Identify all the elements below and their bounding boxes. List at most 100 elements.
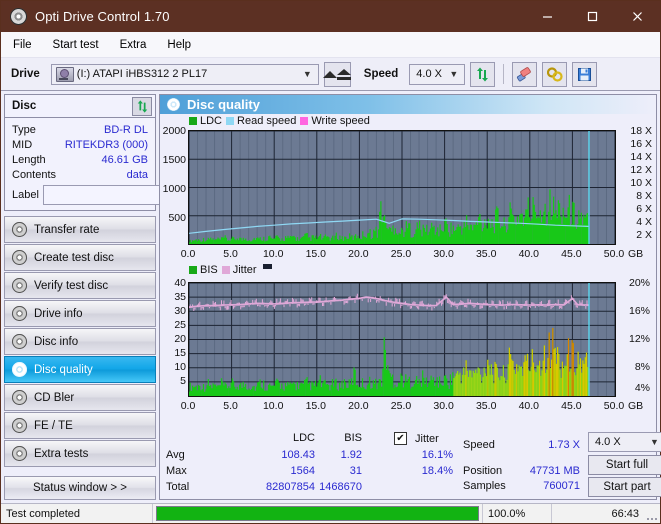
- status-window-button[interactable]: Status window > >: [4, 476, 156, 500]
- bis-plot-area[interactable]: [188, 282, 616, 397]
- legend-jitter: Jitter: [221, 264, 257, 276]
- stats-total-ldc: 82807854: [266, 481, 315, 493]
- bis-ytick-35: 35: [174, 291, 186, 303]
- drive-select[interactable]: (I:) ATAPI iHBS312 2 PL17 ▼: [50, 63, 319, 85]
- erase-button[interactable]: [512, 61, 538, 87]
- start-full-button[interactable]: Start full: [588, 455, 661, 475]
- sidebar-item-disc-info[interactable]: Disc info: [4, 328, 156, 355]
- ldc-xaxis: 0.0 5.0 10.0 15.0 20.0 25.0 30.0 35.0 40.0 45.0 50…: [160, 248, 656, 260]
- sidebar: Disc Type BD-R DL MID RITEKDR3 (000) Len…: [1, 91, 245, 503]
- xtick-label: 30.0: [433, 400, 454, 412]
- test-speed-select[interactable]: 4.0 X ▼: [588, 432, 661, 452]
- refresh-icon: [477, 67, 489, 81]
- legend-swatch-ldc: [189, 117, 197, 125]
- disc-row-contents: Contents data: [12, 167, 148, 182]
- sidebar-item-drive-info[interactable]: Drive info: [4, 300, 156, 327]
- disc-mid-value: RITEKDR3 (000): [64, 138, 148, 151]
- jitter-avg-value: 16.1%: [421, 449, 453, 461]
- xtick-label: 35.0: [475, 248, 497, 260]
- menu-file[interactable]: File: [4, 36, 41, 54]
- xtick-label: 35.0: [475, 400, 497, 412]
- drive-select-value: (I:) ATAPI iHBS312 2 PL17: [76, 68, 208, 80]
- progress-fill: [157, 507, 478, 520]
- sidebar-item-fe-te[interactable]: FE / TE: [4, 412, 156, 439]
- ldc-plot-area[interactable]: [188, 130, 616, 245]
- stats-avg-bis: 1.92: [340, 449, 362, 461]
- legend-extra-marker: [261, 263, 272, 273]
- tools-button[interactable]: [542, 61, 568, 87]
- bis-jitter-chart: BIS Jitter 40 35 30 25 20 15 10 5 20% 16…: [160, 263, 656, 416]
- disc-length-value: 46.61 GB: [101, 153, 148, 166]
- sidebar-item-label: Drive info: [34, 307, 83, 320]
- speed-select[interactable]: 4.0 X ▼: [409, 63, 466, 85]
- disc-refresh-button[interactable]: [132, 96, 152, 116]
- xtick-label: 20.0: [348, 400, 369, 412]
- menu-extra[interactable]: Extra: [111, 36, 156, 54]
- ldc-ytick-1500: 1500: [162, 154, 186, 166]
- eject-button[interactable]: [323, 61, 352, 87]
- ldc-y2tick-2: 2 X: [636, 229, 652, 241]
- refresh-button[interactable]: [470, 61, 496, 87]
- ldc-ytick-1000: 1000: [162, 183, 186, 195]
- jitter-checkbox[interactable]: ✔: [394, 432, 407, 445]
- xaxis-unit: GB: [628, 400, 644, 412]
- sidebar-item-label: Create test disc: [34, 251, 114, 264]
- progress-bar: [153, 504, 482, 523]
- ldc-y2tick-8: 8 X: [636, 190, 652, 202]
- elapsed-time: 66:43: [611, 507, 639, 520]
- drive-label: Drive: [11, 68, 40, 80]
- window-title: Opti Drive Control 1.70: [35, 9, 170, 24]
- stats-max-bis: 31: [349, 465, 362, 477]
- sidebar-item-create-test-disc[interactable]: Create test disc: [4, 244, 156, 271]
- legend-ldc: LDC: [189, 115, 222, 127]
- bis-y2tick-12: 12%: [628, 333, 650, 345]
- sidebar-item-verify-test-disc[interactable]: Verify test disc: [4, 272, 156, 299]
- maximize-button[interactable]: [570, 1, 615, 32]
- minimize-button[interactable]: [525, 1, 570, 32]
- stats-col-bis: BIS: [344, 432, 362, 444]
- xaxis-unit: GB: [628, 248, 644, 260]
- disc-contents-label: Contents: [12, 168, 57, 181]
- legend-label: Jitter: [232, 264, 257, 276]
- stats-row-total: Total: [166, 481, 190, 493]
- save-icon: [578, 67, 592, 81]
- bis-chart-legend: BIS Jitter: [189, 263, 272, 276]
- bis-ytick-5: 5: [180, 375, 186, 387]
- resize-grip[interactable]: [644, 504, 660, 523]
- bis-ytick-25: 25: [174, 319, 186, 331]
- disc-icon: [12, 250, 27, 265]
- sidebar-item-transfer-rate[interactable]: Transfer rate: [4, 216, 156, 243]
- samples-value: 760071: [543, 480, 580, 492]
- menu-help[interactable]: Help: [158, 36, 200, 54]
- legend-swatch-read-speed: [226, 117, 235, 125]
- xtick-label: 25.0: [390, 248, 412, 260]
- refresh-icon: [137, 99, 147, 113]
- disc-panel: Disc Type BD-R DL MID RITEKDR3 (000) Len…: [4, 94, 245, 211]
- menu-start-test[interactable]: Start test: [44, 36, 108, 54]
- speed-label: Speed: [363, 68, 399, 80]
- sidebar-item-cd-bler[interactable]: CD Bler: [4, 384, 156, 411]
- stats-avg-ldc: 108.43: [281, 449, 315, 461]
- xtick-label: 10.0: [262, 248, 284, 260]
- sidebar-item-extra-tests[interactable]: Extra tests: [4, 440, 156, 467]
- sidebar-item-disc-quality[interactable]: Disc quality: [4, 356, 156, 383]
- save-button[interactable]: [572, 61, 598, 87]
- bis-ytick-30: 30: [174, 305, 186, 317]
- content-title: Disc quality: [187, 97, 260, 112]
- position-label: Position: [463, 465, 503, 477]
- close-button[interactable]: [615, 1, 660, 32]
- start-part-button[interactable]: Start part: [588, 477, 661, 497]
- legend-label: LDC: [200, 115, 223, 127]
- sidebar-item-label: Transfer rate: [34, 223, 100, 236]
- ldc-ytick-500: 500: [168, 212, 186, 224]
- disc-label-row: Label: [12, 185, 245, 205]
- disc-mid-label: MID: [12, 138, 33, 151]
- sidebar-item-label: CD Bler: [34, 391, 75, 404]
- speed-result-label: Speed: [463, 439, 495, 451]
- ldc-y2tick-12: 12 X: [630, 164, 652, 176]
- xtick-label: 15.0: [305, 248, 327, 260]
- disc-row-type: Type BD-R DL: [12, 122, 148, 137]
- chevron-down-icon: ▼: [302, 69, 312, 79]
- xtick-label: 10.0: [262, 400, 284, 412]
